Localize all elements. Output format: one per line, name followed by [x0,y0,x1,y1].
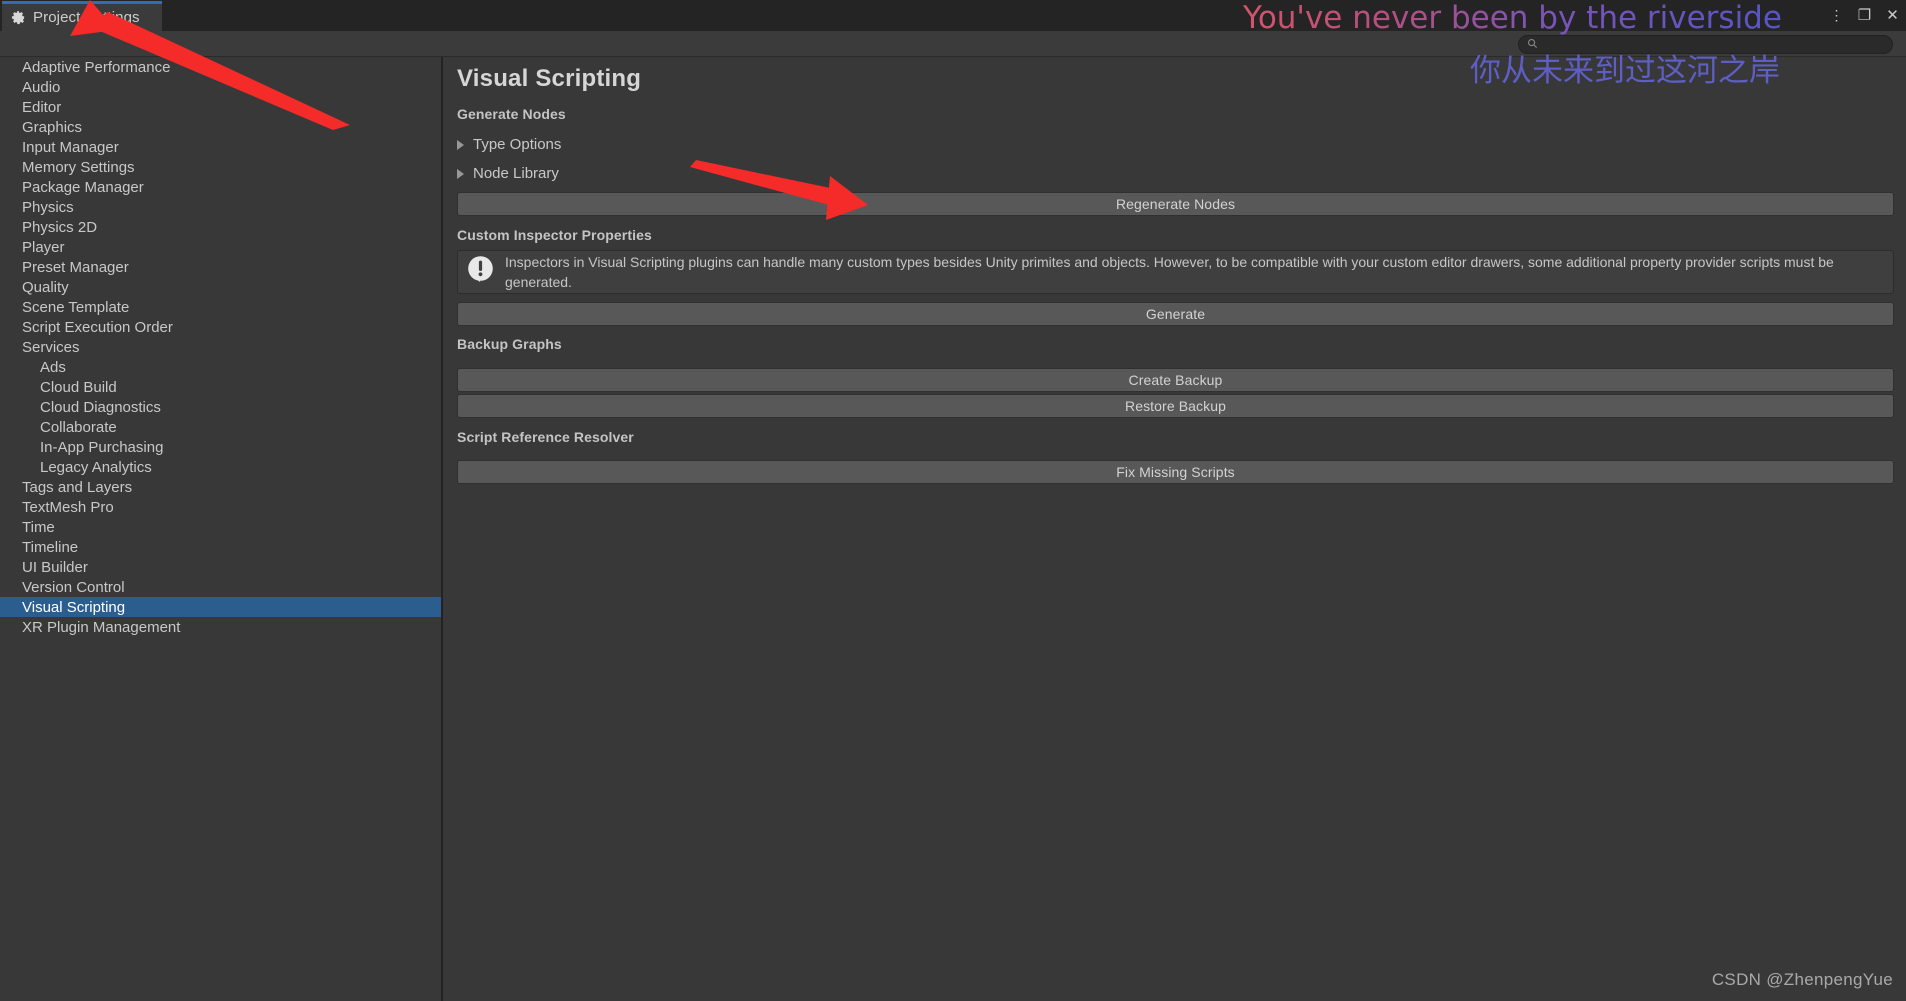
foldout-type-options[interactable]: Type Options [457,136,561,153]
foldout-label: Node Library [473,165,559,182]
sidebar-item-textmesh-pro[interactable]: TextMesh Pro [0,497,441,517]
page-title: Visual Scripting [457,65,642,92]
sidebar-item-player[interactable]: Player [0,237,441,257]
sidebar-item-label: Physics 2D [22,218,98,236]
sidebar-item-label: XR Plugin Management [22,618,181,636]
unity-project-settings-window: Project Settings ⋮ ❐ ✕ Adaptive Performa… [0,0,1906,1001]
sidebar-item-quality[interactable]: Quality [0,277,441,297]
sidebar-item-label: Timeline [22,538,79,556]
sidebar-item-label: Quality [22,278,69,296]
sidebar-item-cloud-build[interactable]: Cloud Build [0,377,441,397]
sidebar-item-timeline[interactable]: Timeline [0,537,441,557]
sidebar-item-ui-builder[interactable]: UI Builder [0,557,441,577]
section-label-custom-inspector-properties: Custom Inspector Properties [457,227,652,243]
tab-project-settings[interactable]: Project Settings [2,1,162,31]
section-label-generate-nodes: Generate Nodes [457,106,566,122]
sidebar-item-physics-2d[interactable]: Physics 2D [0,217,441,237]
sidebar-item-label: Cloud Build [40,378,117,396]
generate-button[interactable]: Generate [457,302,1894,326]
sidebar-item-graphics[interactable]: Graphics [0,117,441,137]
sidebar-item-time[interactable]: Time [0,517,441,537]
sidebar-item-label: Physics [22,198,74,216]
sidebar-list: Adaptive Performance Audio Editor Graphics I… [0,57,441,637]
regenerate-nodes-button[interactable]: Regenerate Nodes [457,192,1894,216]
sidebar-item-label: Ads [40,358,66,376]
help-box-text: Inspectors in Visual Scripting plugins c… [505,253,1834,290]
sidebar-item-physics[interactable]: Physics [0,197,441,217]
sidebar-item-label: Player [22,238,65,256]
sidebar-item-label: Audio [22,78,61,96]
fix-missing-scripts-button[interactable]: Fix Missing Scripts [457,460,1894,484]
sidebar-item-package-manager[interactable]: Package Manager [0,177,441,197]
sidebar-item-label: Tags and Layers [22,478,133,496]
sidebar-item-script-execution-order[interactable]: Script Execution Order [0,317,441,337]
sidebar-item-label: Cloud Diagnostics [40,398,161,416]
window-controls: ⋮ ❐ ✕ [1829,2,1900,28]
sidebar-item-label: In-App Purchasing [40,438,164,456]
sidebar-item-label: Scene Template [22,298,130,316]
close-icon[interactable]: ✕ [1885,8,1900,23]
settings-sidebar[interactable]: Adaptive Performance Audio Editor Graphics I… [0,57,443,1001]
sidebar-item-label: Graphics [22,118,83,136]
help-box: Inspectors in Visual Scripting plugins c… [457,250,1894,294]
sidebar-item-label: UI Builder [22,558,88,576]
chevron-right-icon [457,168,464,179]
sidebar-item-editor[interactable]: Editor [0,97,441,117]
sidebar-item-scene-template[interactable]: Scene Template [0,297,441,317]
sidebar-item-visual-scripting[interactable]: Visual Scripting [0,597,441,617]
sidebar-item-version-control[interactable]: Version Control [0,577,441,597]
section-label-script-reference-resolver: Script Reference Resolver [457,429,634,445]
sidebar-item-cloud-diagnostics[interactable]: Cloud Diagnostics [0,397,441,417]
sidebar-item-input-manager[interactable]: Input Manager [0,137,441,157]
sidebar-item-audio[interactable]: Audio [0,77,441,97]
sidebar-item-label: Input Manager [22,138,119,156]
sidebar-item-xr-plugin-management[interactable]: XR Plugin Management [0,617,441,637]
sidebar-item-label: Editor [22,98,62,116]
restore-backup-button[interactable]: Restore Backup [457,394,1894,418]
foldout-node-library[interactable]: Node Library [457,165,559,182]
gear-icon [11,10,26,25]
sidebar-item-label: Memory Settings [22,158,135,176]
sidebar-item-label: Preset Manager [22,258,129,276]
sidebar-item-collaborate[interactable]: Collaborate [0,417,441,437]
foldout-label: Type Options [473,136,562,153]
sidebar-item-services[interactable]: Services [0,337,441,357]
sidebar-item-label: Collaborate [40,418,117,436]
maximize-icon[interactable]: ❐ [1857,8,1872,23]
overlay-text-chinese: 你从未来到过这河之岸 [1470,53,1780,89]
sidebar-item-label: Package Manager [22,178,144,196]
sidebar-item-memory-settings[interactable]: Memory Settings [0,157,441,177]
sidebar-item-label: Version Control [22,578,125,596]
watermark: CSDN @ZhenpengYue [1711,970,1893,989]
sidebar-item-label: Services [22,338,80,356]
tab-label: Project Settings [33,9,140,26]
sidebar-item-label: Visual Scripting [22,598,126,616]
sidebar-item-ads[interactable]: Ads [0,357,441,377]
section-label-backup-graphs: Backup Graphs [457,336,562,352]
sidebar-item-label: Time [22,518,55,536]
sidebar-item-label: Adaptive Performance [22,58,171,76]
sidebar-item-label: TextMesh Pro [22,498,114,516]
sidebar-item-adaptive-performance[interactable]: Adaptive Performance [0,57,441,77]
settings-content-pane: Visual Scripting Generate Nodes Type Opt… [445,57,1906,1001]
sidebar-item-preset-manager[interactable]: Preset Manager [0,257,441,277]
sidebar-item-legacy-analytics[interactable]: Legacy Analytics [0,457,441,477]
more-options-icon[interactable]: ⋮ [1829,8,1844,22]
info-exclamation-icon [467,255,494,289]
sidebar-item-label: Script Execution Order [22,318,173,336]
overlay-text-english: You've never been by the riverside [1243,0,1782,36]
sidebar-item-tags-and-layers[interactable]: Tags and Layers [0,477,441,497]
chevron-right-icon [457,139,464,150]
sidebar-item-label: Legacy Analytics [40,458,152,476]
create-backup-button[interactable]: Create Backup [457,368,1894,392]
sidebar-item-in-app-purchasing[interactable]: In-App Purchasing [0,437,441,457]
